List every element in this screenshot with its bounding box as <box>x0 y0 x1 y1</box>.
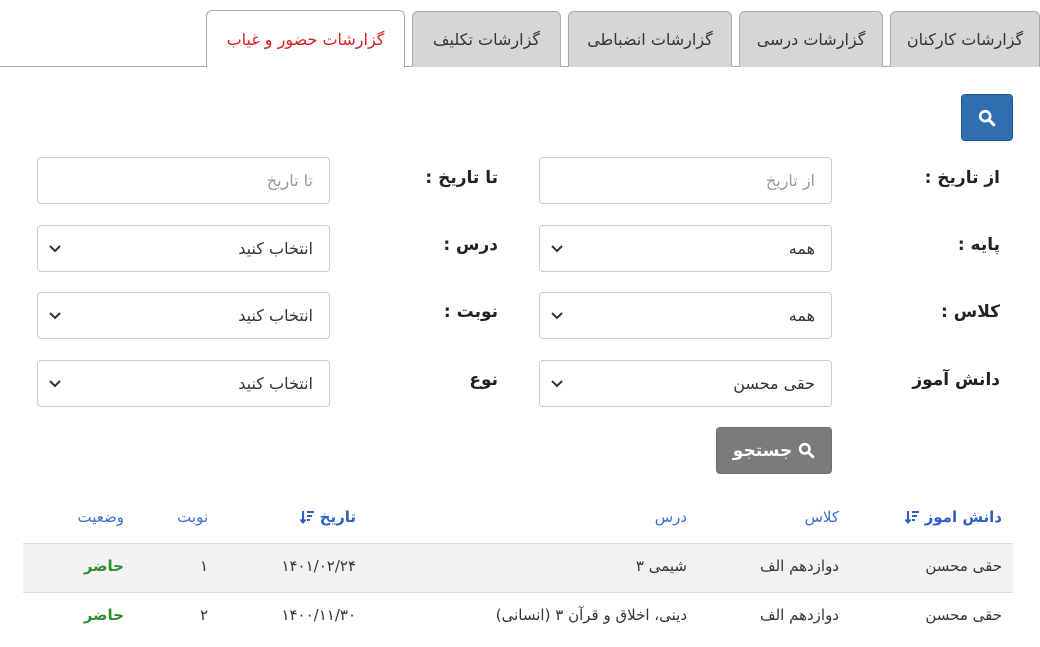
chevron-down-icon <box>551 312 563 320</box>
cell-date: ۱۴۰۰/۱۱/۳۰ <box>281 606 356 624</box>
header-class[interactable]: کلاس <box>805 508 839 526</box>
type-label: نوع <box>469 370 498 390</box>
sort-icon <box>905 511 920 524</box>
tab-label: گزارشات حضور و غیاب <box>226 29 385 49</box>
table-row: حقی محسن دوازدهم الف دینی، اخلاق و قرآن … <box>23 592 1013 641</box>
header-period[interactable]: نوبت <box>177 508 208 526</box>
cell-period: ۱ <box>199 557 208 575</box>
from-date-label: از تاریخ : <box>924 168 1000 188</box>
cell-status: حاضر <box>83 606 124 624</box>
to-date-placeholder: تا تاریخ <box>266 171 313 190</box>
header-date-label: تاریخ <box>319 508 356 526</box>
cell-class: دوازدهم الف <box>760 606 839 624</box>
tab-label: گزارشات انضباطی <box>587 30 713 49</box>
chevron-down-icon <box>49 380 61 388</box>
cell-date: ۱۴۰۱/۰۲/۲۴ <box>281 557 356 575</box>
to-date-input[interactable]: تا تاریخ <box>37 157 330 204</box>
toggle-search-button[interactable] <box>961 94 1013 141</box>
header-student-label: دانش اموز <box>924 508 1002 526</box>
grade-label: پایه : <box>957 235 1000 255</box>
table-row: حقی محسن دوازدهم الف شیمی ۳ ۱۴۰۱/۰۲/۲۴ ۱… <box>23 543 1013 592</box>
lesson-value: انتخاب کنید <box>238 239 313 258</box>
lesson-label: درس : <box>443 235 498 255</box>
class-value: همه <box>788 306 815 325</box>
chevron-down-icon <box>551 245 563 253</box>
header-date[interactable]: تاریخ <box>296 508 356 526</box>
cell-class: دوازدهم الف <box>760 557 839 575</box>
cell-student: حقی محسن <box>925 606 1002 624</box>
tab-discipline-reports[interactable]: گزارشات انضباطی <box>568 11 732 67</box>
header-lesson[interactable]: درس <box>655 508 687 526</box>
lesson-select[interactable]: انتخاب کنید <box>37 225 330 272</box>
from-date-placeholder: از تاریخ <box>765 171 815 190</box>
class-select[interactable]: همه <box>539 292 832 339</box>
tab-label: گزارشات تکلیف <box>432 30 541 49</box>
header-status[interactable]: وضعیت <box>78 508 124 526</box>
period-value: انتخاب کنید <box>238 306 313 325</box>
tab-label: گزارشات درسی <box>756 30 866 49</box>
type-select[interactable]: انتخاب کنید <box>37 360 330 407</box>
student-label: دانش آموز <box>912 370 1000 390</box>
class-label: کلاس : <box>941 302 1000 322</box>
cell-period: ۲ <box>199 606 208 624</box>
cell-lesson: دینی، اخلاق و قرآن ۳ (انسانی) <box>495 606 687 624</box>
report-tabs: گزارشات کارکنان گزارشات درسی گزارشات انض… <box>0 10 1040 68</box>
chevron-down-icon <box>551 380 563 388</box>
from-date-input[interactable]: از تاریخ <box>539 157 832 204</box>
period-label: نوبت : <box>443 302 498 322</box>
student-select[interactable]: حقی محسن <box>539 360 832 407</box>
grade-select[interactable]: همه <box>539 225 832 272</box>
search-button[interactable]: جستجو <box>716 427 832 474</box>
chevron-down-icon <box>49 312 61 320</box>
grade-value: همه <box>788 239 815 258</box>
search-button-label: جستجو <box>732 440 793 461</box>
sort-icon <box>300 511 315 524</box>
tab-label: گزارشات کارکنان <box>906 30 1024 49</box>
to-date-label: تا تاریخ : <box>425 168 498 188</box>
cell-status: حاضر <box>83 557 124 575</box>
tab-staff-reports[interactable]: گزارشات کارکنان <box>890 11 1040 67</box>
tab-attendance-reports[interactable]: گزارشات حضور و غیاب <box>206 10 405 68</box>
header-student[interactable]: دانش اموز <box>901 508 1002 526</box>
chevron-down-icon <box>49 245 61 253</box>
search-icon <box>978 109 996 126</box>
search-icon <box>799 442 815 459</box>
cell-student: حقی محسن <box>925 557 1002 575</box>
tab-homework-reports[interactable]: گزارشات تکلیف <box>412 11 561 67</box>
tab-lesson-reports[interactable]: گزارشات درسی <box>739 11 883 67</box>
student-value: حقی محسن <box>733 374 815 393</box>
period-select[interactable]: انتخاب کنید <box>37 292 330 339</box>
type-value: انتخاب کنید <box>238 374 313 393</box>
cell-lesson: شیمی ۳ <box>635 557 687 575</box>
